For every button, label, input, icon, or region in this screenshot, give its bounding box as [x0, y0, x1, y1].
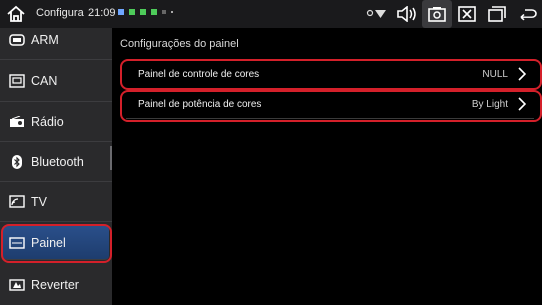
highlight-box [1, 224, 112, 263]
notification-icon [140, 9, 146, 15]
highlight-box [120, 90, 542, 122]
sidebar-item-label: Rádio [31, 114, 64, 129]
sidebar-item-can[interactable]: CAN [0, 60, 112, 102]
clock: 21:09 [88, 7, 116, 19]
sidebar-item-reverter[interactable]: Reverter [0, 265, 112, 305]
status-bar: Configura 21:09 [0, 0, 542, 28]
sidebar-item-label: Bluetooth [31, 154, 84, 169]
home-icon[interactable] [6, 4, 26, 24]
main-panel: Configurações do painel Painel de contro… [112, 28, 542, 305]
arm-icon [9, 33, 25, 47]
bluetooth-icon [9, 154, 25, 169]
can-icon [9, 73, 25, 88]
sidebar-item-label: Reverter [31, 278, 79, 292]
sidebar-item-bluetooth[interactable]: Bluetooth [0, 142, 112, 182]
reverse-icon [9, 278, 25, 292]
sidebar-item-label: CAN [31, 73, 58, 88]
close-app-icon[interactable] [452, 0, 482, 28]
sidebar-item-label: ARM [31, 32, 59, 47]
volume-icon[interactable] [392, 0, 422, 28]
notification-icon [162, 10, 166, 14]
radio-icon [9, 115, 25, 129]
sidebar-item-radio[interactable]: Rádio [0, 102, 112, 142]
sidebar-item-label: TV [31, 194, 47, 209]
sidebar-item-tv[interactable]: TV [0, 182, 112, 222]
screenshot-icon[interactable] [422, 0, 452, 28]
sidebar-item-arm[interactable]: ARM [0, 28, 112, 60]
notification-icon [151, 9, 157, 15]
highlight-box [120, 59, 542, 90]
page-title: Configurações do painel [120, 38, 239, 50]
app-name: Configura [36, 7, 84, 19]
sidebar: ARM CAN Rádio Bluetooth TV Painel Revert… [0, 28, 112, 305]
location-wifi-icon [362, 0, 392, 28]
notification-icon [129, 9, 135, 15]
notification-icon [171, 11, 173, 13]
notification-icons [118, 9, 173, 15]
notification-icon [118, 9, 124, 15]
recent-apps-icon[interactable] [482, 0, 512, 28]
tv-icon [9, 195, 25, 209]
back-icon[interactable] [512, 0, 542, 28]
